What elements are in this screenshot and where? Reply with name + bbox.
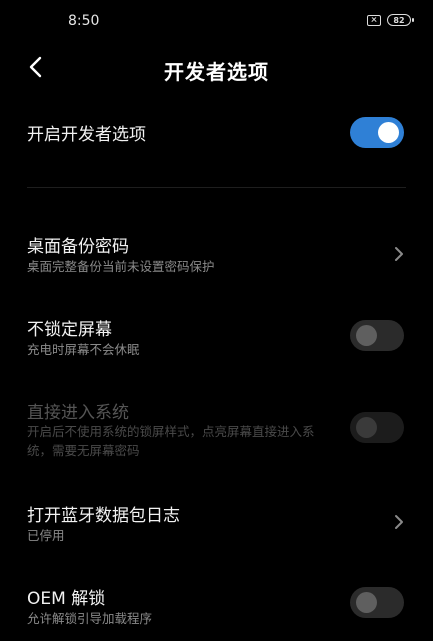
stay-awake-toggle[interactable] (350, 320, 404, 351)
setting-developer-options[interactable]: 开启开发者选项 (0, 108, 433, 158)
setting-oem-unlock[interactable]: OEM 解锁 允许解锁引导加载程序 (0, 578, 433, 634)
page-title: 开发者选项 (164, 60, 269, 84)
no-sim-icon (367, 14, 381, 26)
status-bar: 8:50 82 (0, 0, 433, 44)
toggle-knob (378, 122, 399, 143)
developer-options-toggle[interactable] (350, 117, 404, 148)
setting-subtitle: 允许解锁引导加载程序 (27, 611, 153, 626)
toggle-knob (356, 417, 377, 438)
setting-title: 直接进入系统 (27, 403, 129, 423)
chevron-right-icon[interactable] (392, 244, 406, 264)
setting-title: 不锁定屏幕 (27, 320, 112, 340)
status-icons: 82 (367, 14, 414, 26)
section-divider (27, 187, 406, 188)
setting-title: 开启开发者选项 (27, 125, 146, 145)
setting-subtitle: 充电时屏幕不会休眠 (27, 342, 140, 357)
setting-subtitle: 开启后不使用系统的锁屏样式，点亮屏幕直接进入系统，需要无屏幕密码 (27, 424, 315, 458)
setting-title: 打开蓝牙数据包日志 (27, 506, 180, 526)
status-time: 8:50 (68, 13, 100, 29)
setting-direct-enter-system: 直接进入系统 开启后不使用系统的锁屏样式，点亮屏幕直接进入系统，需要无屏幕密码 (0, 392, 433, 464)
direct-enter-system-toggle (350, 412, 404, 443)
header: 开发者选项 (0, 44, 433, 90)
setting-title: OEM 解锁 (27, 589, 106, 609)
setting-stay-awake[interactable]: 不锁定屏幕 充电时屏幕不会休眠 (0, 309, 433, 365)
setting-title: 桌面备份密码 (27, 237, 129, 257)
oem-unlock-toggle[interactable] (350, 587, 404, 618)
setting-bluetooth-hci-log[interactable]: 打开蓝牙数据包日志 已停用 (0, 495, 433, 551)
chevron-right-icon[interactable] (392, 512, 406, 532)
setting-desktop-backup-password[interactable]: 桌面备份密码 桌面完整备份当前未设置密码保护 (0, 226, 433, 282)
toggle-knob (356, 592, 377, 613)
toggle-knob (356, 325, 377, 346)
setting-subtitle: 已停用 (27, 528, 65, 543)
battery-icon: 82 (387, 14, 414, 26)
setting-subtitle: 桌面完整备份当前未设置密码保护 (27, 259, 215, 274)
